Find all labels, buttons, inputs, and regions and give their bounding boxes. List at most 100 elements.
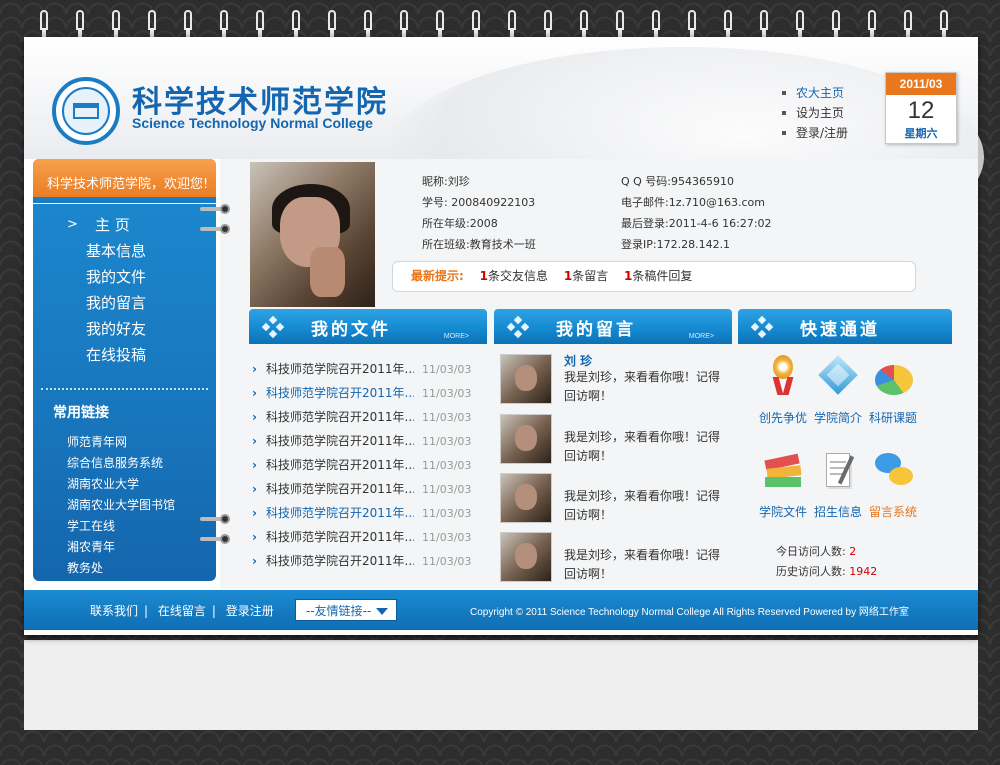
profile-info-left: 昵称:刘珍 学号: 200840922103 所在年级:2008 所在班级:教育… — [422, 171, 612, 255]
quick-admissions[interactable]: 招生信息 — [809, 449, 867, 520]
files-more-link[interactable]: MORE> — [444, 333, 469, 340]
link-item[interactable]: 学工在线 — [67, 516, 216, 537]
page-underlay — [24, 640, 978, 730]
qq-number: Q Q 号码:954365910 — [621, 175, 735, 188]
list-item[interactable]: 科技师范学院召开2011年...11/03/03 — [252, 501, 471, 525]
link-item[interactable]: 湖南农业大学图书馆 — [67, 495, 216, 516]
diamond-cluster-icon — [750, 315, 774, 339]
friend-links-select[interactable]: --友情链接-- — [295, 599, 397, 621]
email: 电子邮件:1z.710@163.com — [621, 196, 765, 209]
message-item[interactable]: 我是刘珍，来看看你哦！记得回访啊！ — [500, 414, 740, 470]
link-login-register[interactable]: 登录/注册 — [782, 123, 848, 143]
calendar-page: 科学技术师范学院 Science Technology Normal Colle… — [24, 37, 984, 635]
list-item[interactable]: 科技师范学院召开2011年...11/03/03 — [252, 381, 471, 405]
link-item[interactable]: 湘农青年 — [67, 537, 216, 558]
site-header: 科学技术师范学院 Science Technology Normal Colle… — [24, 37, 984, 267]
footer-message-link[interactable]: 在线留言 — [158, 604, 206, 618]
cube-icon — [816, 355, 860, 399]
nav-my-messages[interactable]: 我的留言 — [33, 290, 216, 316]
class: 所在班级:教育技术一班 — [422, 238, 536, 251]
student-id: 学号: 200840922103 — [422, 196, 536, 209]
sidebar: 科学技术师范学院，欢迎您! > 主 页 基本信息 我的文件 我的留言 我的好友 在… — [33, 159, 216, 581]
sidebar-nav: > 主 页 基本信息 我的文件 我的留言 我的好友 在线投稿 — [33, 204, 216, 368]
link-item[interactable]: 综合信息服务系统 — [67, 453, 216, 474]
date-widget: 2011/03 12 星期六 — [885, 72, 957, 144]
nav-my-friends[interactable]: 我的好友 — [33, 316, 216, 342]
college-logo — [52, 77, 120, 145]
quick-college-files[interactable]: 学院文件 — [754, 449, 812, 520]
copyright: Copyright © 2011 Science Technology Norm… — [470, 607, 909, 618]
link-item[interactable]: 湖南农业大学 — [67, 474, 216, 495]
common-links: 师范青年网 综合信息服务系统 湖南农业大学 湖南农业大学图书馆 学工在线 湘农青… — [33, 428, 216, 579]
chat-bubbles-icon — [871, 449, 915, 493]
messages-header: 我的留言 MORE> — [494, 309, 732, 344]
file-list: 科技师范学院召开2011年...11/03/03 科技师范学院召开2011年..… — [252, 357, 471, 573]
sidebar-divider — [41, 388, 208, 390]
nav-basic-info[interactable]: 基本信息 — [33, 238, 216, 264]
quick-research[interactable]: 科研课题 — [864, 355, 922, 426]
chevron-down-icon — [376, 608, 388, 615]
quick-college-intro[interactable]: 学院简介 — [809, 355, 867, 426]
list-item[interactable]: 科技师范学院召开2011年...11/03/03 — [252, 405, 471, 429]
books-icon — [761, 449, 805, 493]
today-visitors: 今日访问人数: 2 — [776, 545, 857, 558]
list-item[interactable]: 科技师范学院召开2011年...11/03/03 — [252, 477, 471, 501]
link-university-home[interactable]: 农大主页 — [782, 83, 848, 103]
binder-clip — [200, 224, 230, 234]
diamond-cluster-icon — [506, 315, 530, 339]
document-icon — [816, 449, 860, 493]
link-item[interactable]: 教务处 — [67, 558, 216, 579]
tip-submission-replies[interactable]: 1条稿件回复 — [624, 269, 692, 283]
links-heading: 常用链接 — [53, 405, 109, 421]
profile-info-right: Q Q 号码:954365910 电子邮件:1z.710@163.com 最后登… — [621, 171, 811, 255]
latest-tip-bar: 最新提示: 1条交友信息 1条留言 1条稿件回复 — [392, 261, 916, 292]
quick-title: 快速通道 — [800, 320, 880, 340]
medal-icon — [761, 355, 805, 399]
quick-header: 快速通道 — [738, 309, 952, 344]
site-footer: 联系我们 | 在线留言 | 登录注册 --友情链接-- Copyright © 20… — [24, 590, 978, 630]
messages-more-link[interactable]: MORE> — [689, 333, 714, 340]
nav-online-submit[interactable]: 在线投稿 — [33, 342, 216, 368]
list-item[interactable]: 科技师范学院召开2011年...11/03/03 — [252, 357, 471, 381]
messages-title: 我的留言 — [556, 320, 636, 340]
avatar — [500, 473, 552, 523]
list-item[interactable]: 科技师范学院召开2011年...11/03/03 — [252, 453, 471, 477]
message-item[interactable]: 我是刘珍，来看看你哦！记得回访啊！ — [500, 473, 740, 529]
profile-photo — [250, 162, 375, 307]
list-item[interactable]: 科技师范学院召开2011年...11/03/03 — [252, 525, 471, 549]
calendar-day: 12 — [907, 97, 935, 124]
login-ip: 登录IP:172.28.142.1 — [621, 238, 731, 251]
message-text: 我是刘珍，来看看你哦！记得回访啊！ — [564, 489, 721, 522]
list-item[interactable]: 科技师范学院召开2011年...11/03/03 — [252, 429, 471, 453]
grade: 所在年级:2008 — [422, 217, 498, 230]
pie-chart-icon — [871, 355, 915, 399]
list-item[interactable]: 科技师范学院召开2011年...11/03/03 — [252, 549, 471, 573]
quick-message-system[interactable]: 留言系统 — [864, 449, 922, 520]
tip-label: 最新提示: — [411, 269, 464, 283]
avatar — [500, 532, 552, 582]
footer-links: 联系我们 | 在线留言 | 登录注册 — [90, 604, 274, 618]
footer-contact-link[interactable]: 联系我们 — [90, 604, 138, 618]
message-text: 我是刘珍，来看看你哦！记得回访啊！ — [564, 430, 721, 463]
nav-home[interactable]: > 主 页 — [33, 212, 216, 238]
calendar-month: 2011/03 — [886, 73, 956, 95]
site-title-en: Science Technology Normal College — [132, 115, 373, 131]
link-item[interactable]: 师范青年网 — [67, 432, 216, 453]
quick-medal[interactable]: 创先争优 — [754, 355, 812, 426]
message-item[interactable]: 我是刘珍，来看看你哦！记得回访啊！ — [500, 532, 740, 588]
tip-friend-info[interactable]: 1条交友信息 — [480, 269, 548, 283]
total-visitors: 历史访问人数: 1942 — [776, 565, 878, 578]
welcome-banner: 科学技术师范学院，欢迎您! — [33, 159, 216, 204]
tip-messages[interactable]: 1条留言 — [564, 269, 608, 283]
calendar-weekday: 星期六 — [904, 127, 938, 140]
diamond-cluster-icon — [261, 315, 285, 339]
footer-login-link[interactable]: 登录注册 — [226, 604, 274, 618]
binder-clip — [200, 204, 230, 214]
nav-my-files[interactable]: 我的文件 — [33, 264, 216, 290]
binder-clip — [200, 534, 230, 544]
last-login: 最后登录:2011-4-6 16:27:02 — [621, 217, 772, 230]
avatar — [500, 354, 552, 404]
message-item[interactable]: 刘 珍 我是刘珍，来看看你哦！记得回访啊！ — [500, 354, 740, 410]
link-set-homepage[interactable]: 设为主页 — [782, 103, 848, 123]
binder-clip — [200, 514, 230, 524]
